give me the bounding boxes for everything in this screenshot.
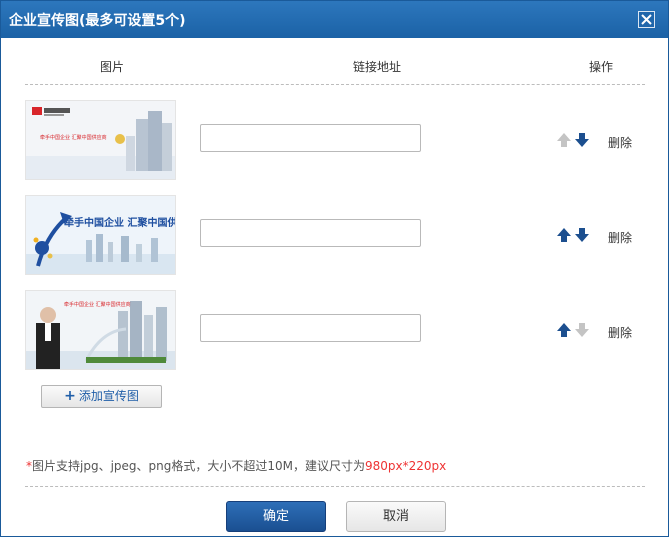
link-input-2[interactable] [200, 219, 421, 247]
link-input-3[interactable] [200, 314, 421, 342]
close-button[interactable] [638, 11, 655, 28]
upload-hint: *图片支持jpg、jpeg、png格式，大小不超过10M，建议尺寸为980px*… [21, 451, 446, 481]
dialog-titlebar: 企业宣传图(最多可设置5个) [1, 1, 668, 38]
delete-button-3[interactable]: 删除 [608, 324, 632, 341]
arrow-down-icon [575, 228, 589, 242]
banner-settings-dialog: 企业宣传图(最多可设置5个) 图片 链接地址 操作 牵手中国企业 汇聚中国供应商 [0, 0, 669, 537]
arrow-down-icon [575, 323, 589, 337]
header-link: 链接地址 [353, 60, 402, 74]
arrow-up-icon [557, 133, 571, 147]
hint-text: 图片支持jpg、jpeg、png格式，大小不超过10M，建议尺寸为 [32, 459, 365, 473]
banner-thumbnail-2: 牵手中国企业 汇聚中国供应商 [25, 195, 176, 275]
move-down-button-1[interactable] [574, 132, 590, 148]
delete-button-2[interactable]: 删除 [608, 229, 632, 246]
arrow-up-icon [557, 228, 571, 242]
dialog-title: 企业宣传图(最多可设置5个) [9, 13, 186, 29]
move-up-button-2[interactable] [556, 227, 572, 243]
add-banner-label: 添加宣传图 [78, 389, 139, 403]
move-up-button-3[interactable] [556, 322, 572, 338]
delete-button-1[interactable]: 删除 [608, 134, 632, 151]
link-input-1[interactable] [200, 124, 421, 152]
banner-slogan: 牵手中国企业 汇聚中国供应商 [40, 135, 107, 141]
move-down-button-2[interactable] [574, 227, 590, 243]
banner-slogan: 牵手中国企业 汇聚中国供应商 [64, 302, 131, 308]
header-action: 操作 [589, 60, 614, 74]
footer-divider [25, 486, 645, 487]
banner-thumbnail-3: 牵手中国企业 汇聚中国供应商 [25, 290, 176, 370]
arrow-down-icon [575, 133, 589, 147]
banner-slogan: 牵手中国企业 汇聚中国供应商 [64, 218, 176, 229]
confirm-button[interactable]: 确定 [226, 501, 326, 532]
header-divider [25, 84, 645, 85]
close-icon [641, 14, 652, 25]
cancel-button[interactable]: 取消 [346, 501, 446, 532]
header-image: 图片 [100, 60, 125, 74]
add-banner-button[interactable]: + 添加宣传图 [41, 385, 162, 408]
arrow-up-icon [557, 323, 571, 337]
table-header: 图片 链接地址 操作 [1, 58, 669, 78]
banner-thumbnail-1: 牵手中国企业 汇聚中国供应商 [25, 100, 176, 180]
plus-icon: + [64, 388, 76, 404]
move-down-button-3[interactable] [574, 322, 590, 338]
hint-size: 980px*220px [364, 459, 447, 473]
move-up-button-1[interactable] [556, 132, 572, 148]
